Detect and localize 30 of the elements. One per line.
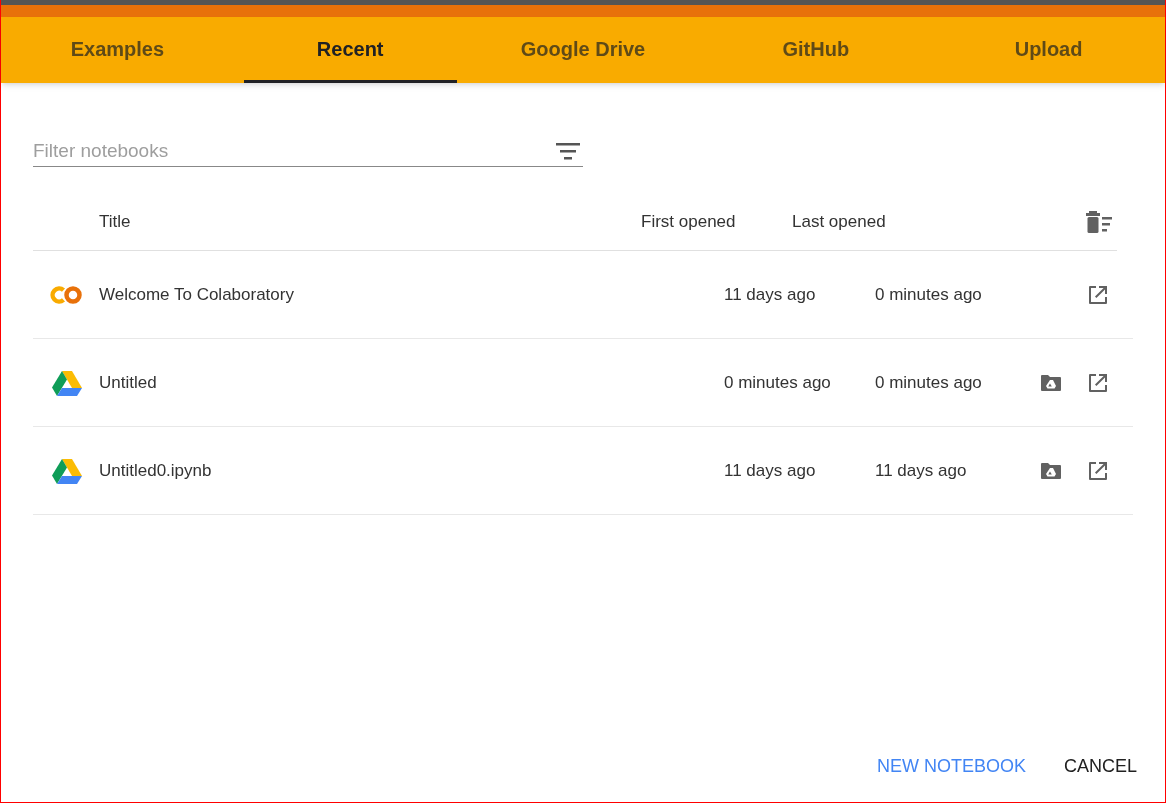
tab[interactable]: Upload: [942, 17, 1155, 83]
notebook-title[interactable]: Untitled0.ipynb: [99, 457, 724, 484]
open-external-icon[interactable]: [1087, 459, 1109, 482]
new-notebook-button[interactable]: NEW NOTEBOOK: [862, 747, 1040, 786]
drive-folder-icon[interactable]: [1040, 461, 1062, 480]
notebook-title[interactable]: Untitled: [99, 369, 724, 396]
column-header: Last opened: [792, 210, 887, 233]
tab[interactable]: Google Drive: [476, 17, 690, 83]
open-external-icon[interactable]: [1087, 371, 1109, 394]
trash-icon[interactable]: [1085, 209, 1113, 234]
last-opened-cell-text: 0 minutes ago: [875, 283, 983, 306]
tab[interactable]: Recent: [243, 17, 457, 83]
drive-logo-icon: [52, 369, 82, 396]
first-opened-cell-text: 11 days ago: [724, 283, 817, 306]
filter-icon[interactable]: [555, 141, 581, 161]
last-opened-cell-text: 0 minutes ago: [875, 371, 983, 394]
first-opened-cell-text: 0 minutes ago: [724, 371, 832, 394]
first-opened-cell-text: 11 days ago: [724, 459, 817, 482]
column-header: Title: [98, 210, 132, 233]
drive-folder-icon[interactable]: [1040, 373, 1062, 392]
cancel-button[interactable]: CANCEL: [1049, 747, 1151, 786]
drive-logo-icon: [52, 457, 82, 484]
tab[interactable]: Examples: [11, 17, 224, 83]
notebook-title[interactable]: Welcome To Colaboratory: [99, 281, 724, 308]
tab[interactable]: GitHub: [709, 17, 923, 83]
colab-logo-icon: [50, 284, 84, 305]
last-opened-cell-text: 11 days ago: [875, 459, 968, 482]
open-external-icon[interactable]: [1087, 283, 1109, 306]
filter-field[interactable]: Filter notebooks: [33, 135, 583, 167]
column-header: First opened: [641, 210, 737, 233]
